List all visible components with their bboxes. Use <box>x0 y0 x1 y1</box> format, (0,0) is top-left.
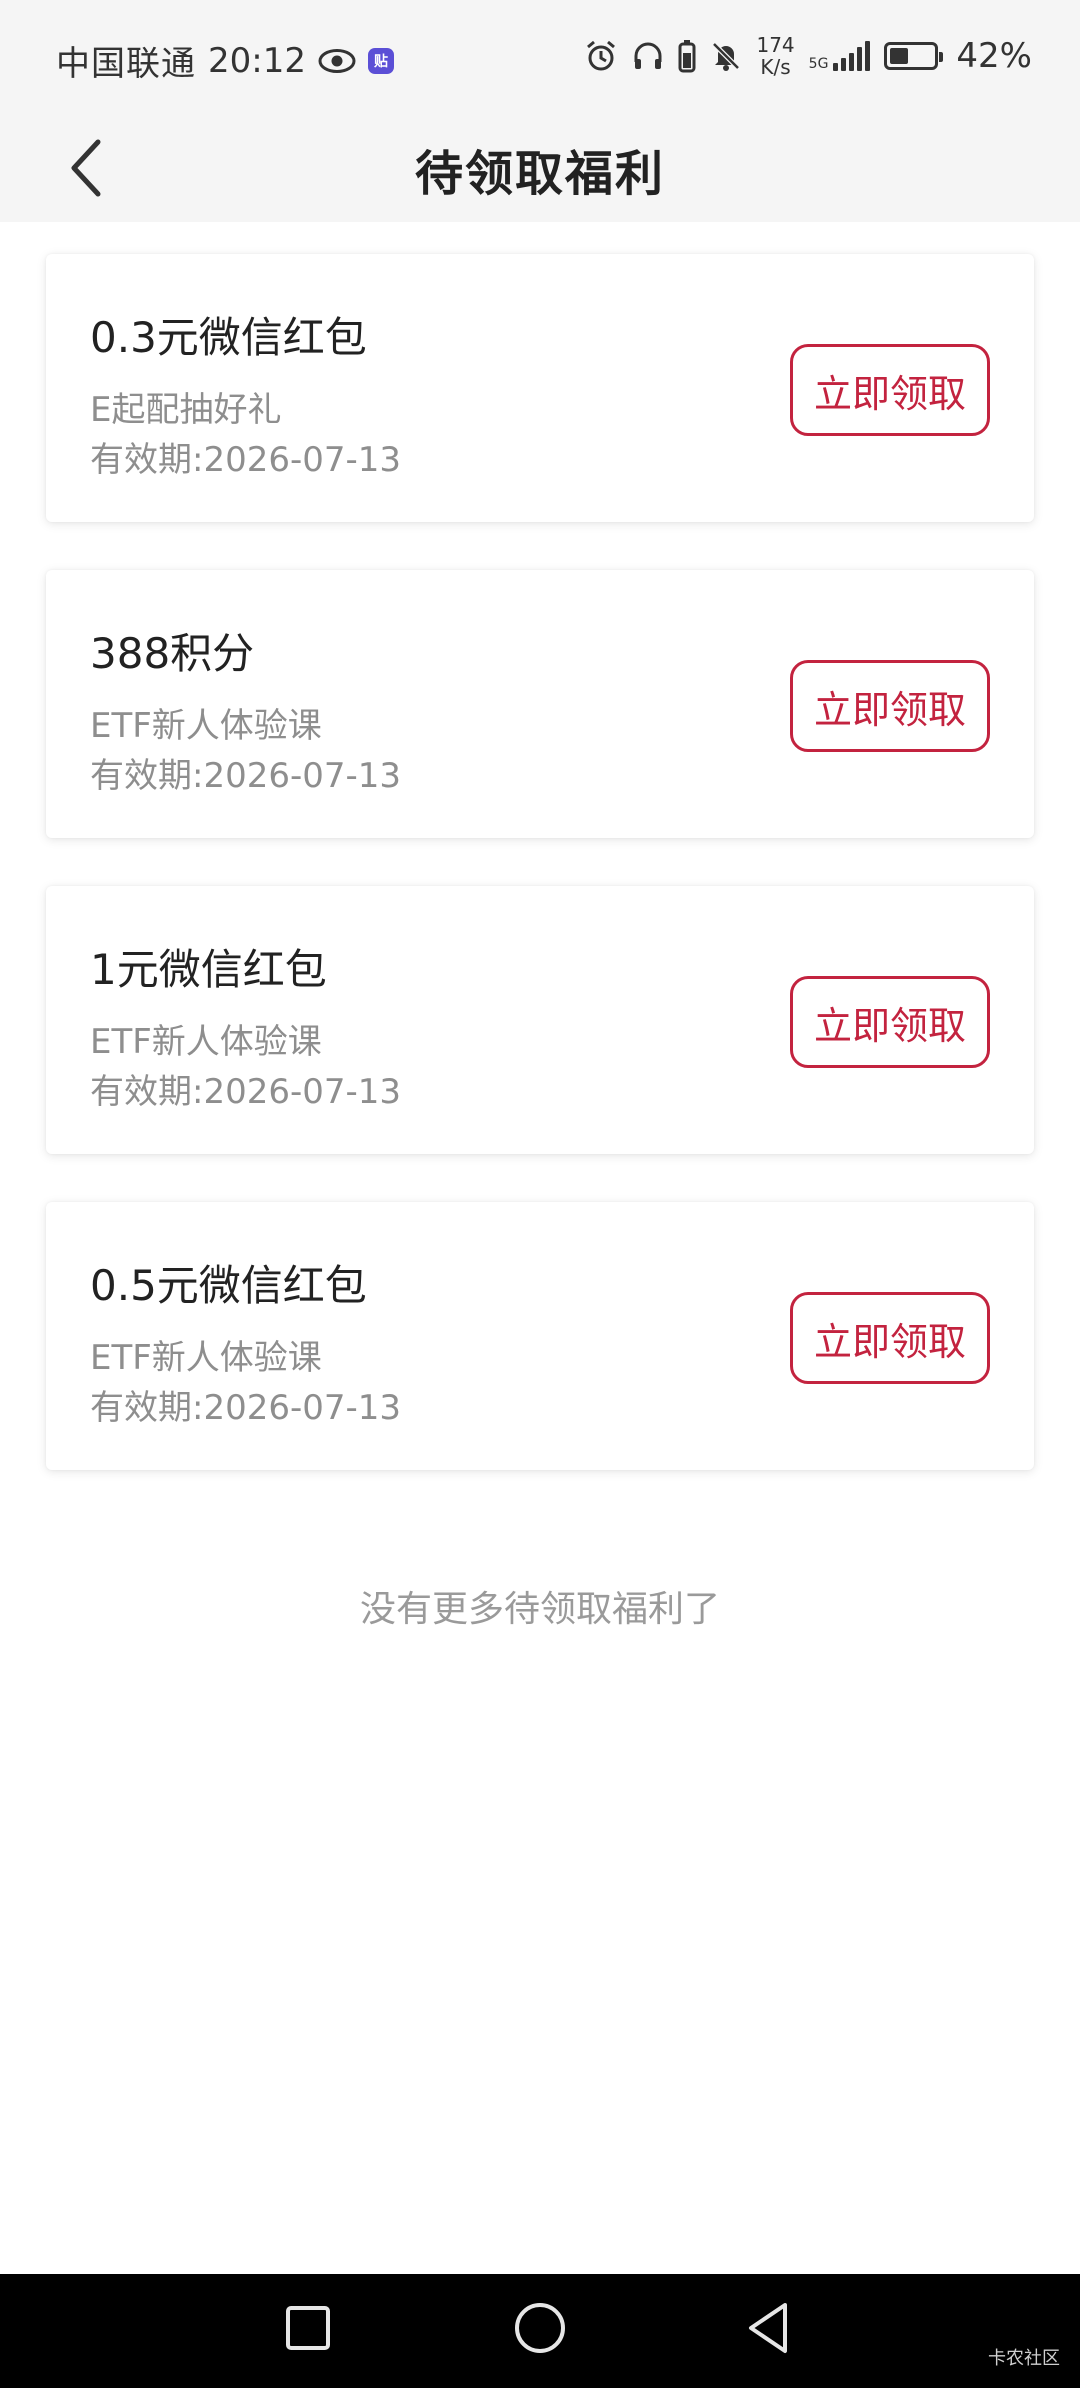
reward-expiry: 有效期:2026-07-13 <box>90 1388 402 1428</box>
clock: 20:12 <box>208 40 306 81</box>
header: 待领取福利 <box>0 118 1080 222</box>
reward-list: 0.3元微信红包 E起配抽好礼 有效期:2026-07-13 立即领取 388积… <box>46 254 1034 1518</box>
reward-expiry: 有效期:2026-07-13 <box>90 440 402 480</box>
recents-button[interactable] <box>278 2300 338 2360</box>
network-type: 5G <box>808 56 829 72</box>
reward-source: ETF新人体验课 <box>90 1022 322 1062</box>
reward-title: 388积分 <box>90 629 255 678</box>
square-icon <box>284 2304 332 2356</box>
page-title: 待领取福利 <box>414 146 665 202</box>
back-nav-button[interactable] <box>738 2300 798 2360</box>
status-left: 中国联通 20:12 贴 <box>56 36 394 85</box>
reward-title: 0.3元微信红包 <box>90 313 367 362</box>
reward-expiry: 有效期:2026-07-13 <box>90 756 402 796</box>
app-notification-icon: 贴 <box>367 47 394 74</box>
network-speed: 174 K/s <box>756 34 794 78</box>
battery-fill <box>890 48 909 64</box>
status-right: 174 K/s 5G 42% <box>584 34 1032 78</box>
signal-icon: 5G <box>809 41 871 71</box>
reward-card: 0.5元微信红包 ETF新人体验课 有效期:2026-07-13 立即领取 <box>46 1202 1034 1470</box>
speed-value: 174 <box>756 33 795 57</box>
reward-title: 1元微信红包 <box>90 945 327 994</box>
speed-unit: K/s <box>760 55 791 79</box>
claim-button[interactable]: 立即领取 <box>790 344 990 436</box>
claim-button[interactable]: 立即领取 <box>790 1292 990 1384</box>
alarm-icon <box>584 39 618 73</box>
circle-icon <box>513 2301 567 2359</box>
status-bar: 中国联通 20:12 贴 174 K/s 5G 42% <box>0 0 1080 118</box>
reward-source: ETF新人体验课 <box>90 706 322 746</box>
mute-bell-icon <box>710 40 742 72</box>
reward-card: 1元微信红包 ETF新人体验课 有效期:2026-07-13 立即领取 <box>46 886 1034 1154</box>
home-button[interactable] <box>510 2300 570 2360</box>
headphones-icon <box>632 40 664 72</box>
reward-expiry: 有效期:2026-07-13 <box>90 1072 402 1112</box>
system-nav-bar: 卡农社区 <box>0 2274 1080 2388</box>
reward-title: 0.5元微信红包 <box>90 1261 367 1310</box>
reward-source: E起配抽好礼 <box>90 390 282 430</box>
reward-source: ETF新人体验课 <box>90 1338 322 1378</box>
battery-percent: 42% <box>956 36 1032 76</box>
watermark: 卡农社区 <box>988 2348 1060 2369</box>
eye-icon <box>318 48 356 74</box>
triangle-back-icon <box>743 2301 793 2359</box>
reward-card: 0.3元微信红包 E起配抽好礼 有效期:2026-07-13 立即领取 <box>46 254 1034 522</box>
device-battery-icon <box>678 39 696 73</box>
claim-button[interactable]: 立即领取 <box>790 976 990 1068</box>
carrier-name: 中国联通 <box>56 44 196 84</box>
battery-icon <box>884 42 944 70</box>
end-of-list-text: 没有更多待领取福利了 <box>359 1589 720 1630</box>
claim-button[interactable]: 立即领取 <box>790 660 990 752</box>
reward-card: 388积分 ETF新人体验课 有效期:2026-07-13 立即领取 <box>46 570 1034 838</box>
